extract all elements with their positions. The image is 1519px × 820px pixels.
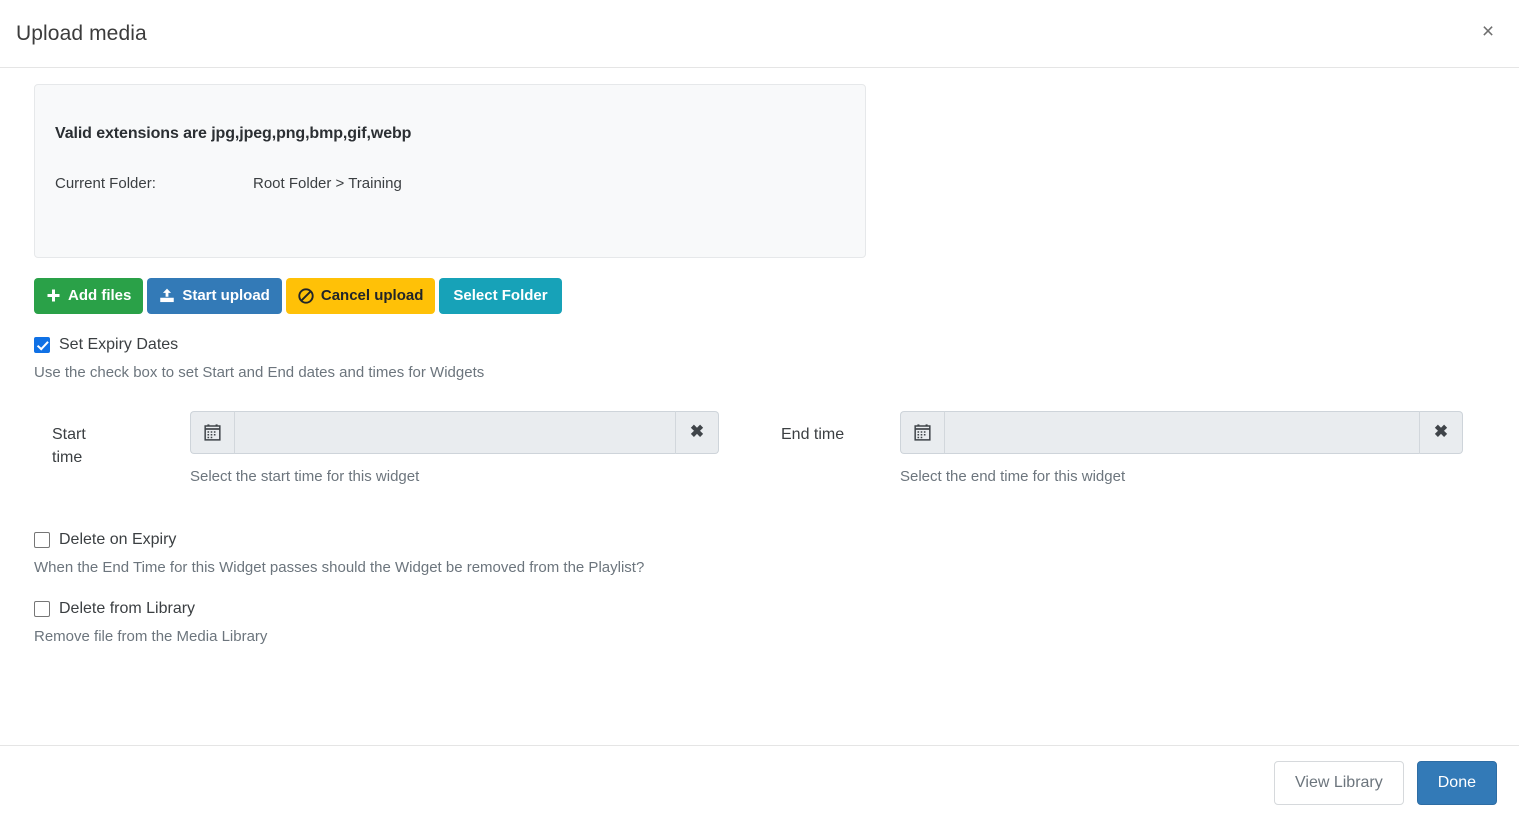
set-expiry-dates-label[interactable]: Set Expiry Dates: [59, 336, 178, 354]
start-upload-button[interactable]: Start upload: [147, 278, 282, 314]
current-folder-row: Current Folder: Root Folder > Training: [55, 175, 845, 192]
modal-body: Valid extensions are jpg,jpeg,png,bmp,gi…: [0, 68, 1519, 745]
start-time-label: Start time: [52, 411, 108, 469]
set-expiry-dates-help: Use the check box to set Start and End d…: [34, 364, 1485, 381]
delete-from-library-checkbox[interactable]: [34, 601, 50, 617]
delete-on-expiry-row[interactable]: Delete on Expiry: [34, 531, 1485, 549]
delete-from-library-help: Remove file from the Media Library: [34, 628, 1485, 645]
view-library-button[interactable]: View Library: [1274, 761, 1404, 804]
start-time-help: Select the start time for this widget: [190, 468, 719, 485]
end-time-field: End time ✖: [781, 411, 1463, 485]
start-time-control: ✖ Select the start time for this widget: [190, 411, 719, 485]
end-time-clear-button[interactable]: ✖: [1419, 411, 1463, 454]
upload-actions-toolbar: Add files Start upload: [34, 278, 1485, 314]
set-expiry-dates-row[interactable]: Set Expiry Dates: [34, 336, 1485, 354]
delete-options-section: Delete on Expiry When the End Time for t…: [34, 531, 1485, 645]
valid-extensions-text: Valid extensions are jpg,jpeg,png,bmp,gi…: [55, 125, 845, 143]
upload-icon: [159, 288, 175, 303]
set-expiry-dates-block: Set Expiry Dates Use the check box to se…: [34, 336, 1485, 381]
calendar-icon[interactable]: [190, 411, 234, 454]
end-time-control: ✖ Select the end time for this widget: [900, 411, 1463, 485]
ban-icon: [298, 288, 314, 304]
set-expiry-dates-checkbox[interactable]: [34, 337, 50, 353]
delete-from-library-row[interactable]: Delete from Library: [34, 600, 1485, 618]
delete-on-expiry-checkbox[interactable]: [34, 532, 50, 548]
end-time-label: End time: [781, 411, 863, 446]
upload-info-panel: Valid extensions are jpg,jpeg,png,bmp,gi…: [34, 84, 866, 258]
delete-on-expiry-block: Delete on Expiry When the End Time for t…: [34, 531, 1485, 576]
delete-from-library-label[interactable]: Delete from Library: [59, 600, 195, 618]
delete-from-library-block: Delete from Library Remove file from the…: [34, 600, 1485, 645]
start-time-field: Start time ✖: [52, 411, 719, 485]
delete-on-expiry-help: When the End Time for this Widget passes…: [34, 559, 1485, 576]
end-time-input-group: ✖: [900, 411, 1463, 454]
modal-footer: View Library Done: [0, 745, 1519, 820]
start-time-input-group: ✖: [190, 411, 719, 454]
plus-icon: [46, 288, 61, 303]
end-time-help: Select the end time for this widget: [900, 468, 1463, 485]
current-folder-value: Root Folder > Training: [253, 175, 402, 192]
expiry-dates-row: Start time ✖: [34, 411, 1485, 485]
start-time-clear-button[interactable]: ✖: [675, 411, 719, 454]
add-files-label: Add files: [68, 286, 131, 306]
cancel-upload-button[interactable]: Cancel upload: [286, 278, 436, 314]
current-folder-label: Current Folder:: [55, 175, 253, 192]
done-button[interactable]: Done: [1417, 761, 1497, 804]
upload-media-modal: Upload media × Valid extensions are jpg,…: [0, 0, 1519, 820]
start-time-input[interactable]: [234, 411, 675, 454]
page-title: Upload media: [16, 21, 147, 46]
delete-on-expiry-label[interactable]: Delete on Expiry: [59, 531, 176, 549]
cancel-upload-label: Cancel upload: [321, 286, 424, 306]
start-upload-label: Start upload: [182, 286, 270, 306]
end-time-input[interactable]: [944, 411, 1419, 454]
close-icon[interactable]: ×: [1471, 14, 1505, 48]
select-folder-button[interactable]: Select Folder: [439, 278, 561, 314]
modal-header: Upload media ×: [0, 0, 1519, 68]
add-files-button[interactable]: Add files: [34, 278, 143, 314]
calendar-icon[interactable]: [900, 411, 944, 454]
